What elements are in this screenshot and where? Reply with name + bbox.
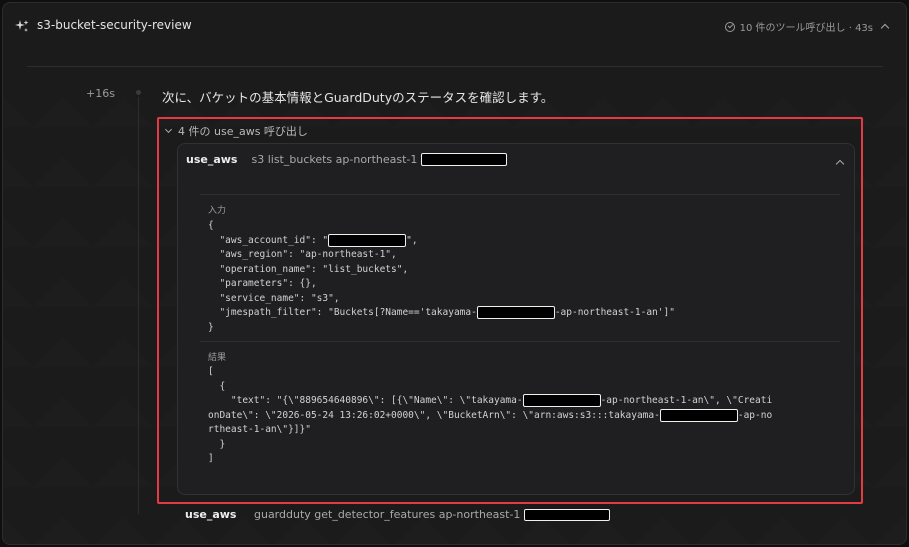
timeline-line <box>138 94 139 514</box>
chevron-up-icon[interactable] <box>880 23 890 33</box>
header-divider <box>27 66 883 67</box>
tool-name: use_aws <box>185 508 237 521</box>
redaction-box <box>523 509 610 521</box>
panel-header[interactable]: s3-bucket-security-review 10 件のツール呼び出し ·… <box>3 3 906 49</box>
highlight-box <box>157 117 863 504</box>
assistant-message: 次に、バケットの基本情報とGuardDutyのステータスを確認します。 <box>162 90 554 105</box>
check-circle-icon <box>724 21 735 32</box>
tool-call-summary[interactable]: 10 件のツール呼び出し · 43s <box>724 19 890 34</box>
session-title: s3-bucket-security-review <box>37 18 192 32</box>
step-time: +16s <box>86 87 115 100</box>
sparkle-icon <box>15 20 29 32</box>
timeline-dot <box>134 88 143 97</box>
tool-call-header-next[interactable]: use_aws guardduty get_detector_features … <box>177 508 855 528</box>
tool-operation: guardduty get_detector_features ap-north… <box>253 508 521 521</box>
tool-call-count: 10 件のツール呼び出し · 43s <box>739 23 873 34</box>
